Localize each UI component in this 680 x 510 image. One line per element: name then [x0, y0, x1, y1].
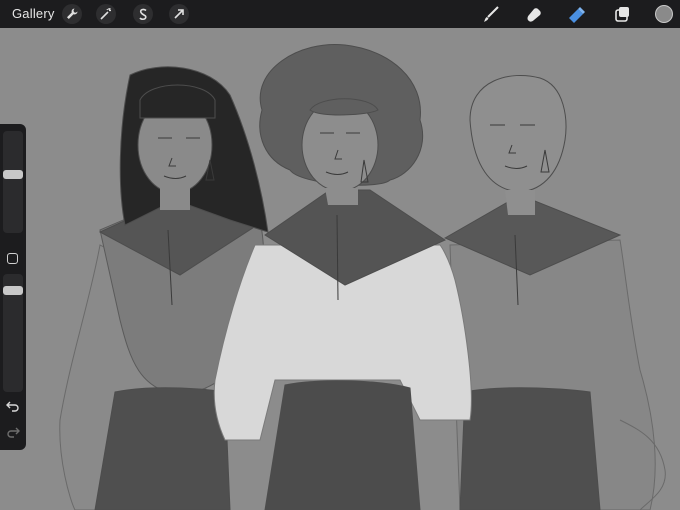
side-toolbar: [0, 124, 26, 450]
drawing-canvas[interactable]: [0, 28, 680, 510]
opacity-thumb[interactable]: [3, 286, 23, 295]
smudge-icon[interactable]: [523, 3, 545, 25]
brush-size-slider[interactable]: [3, 131, 23, 233]
eraser-icon[interactable]: [565, 3, 587, 25]
gallery-button[interactable]: Gallery: [12, 6, 55, 21]
wrench-icon[interactable]: [62, 4, 82, 24]
undo-icon[interactable]: [6, 400, 20, 412]
magic-wand-icon[interactable]: [96, 4, 116, 24]
layers-icon[interactable]: [611, 3, 633, 25]
brush-icon[interactable]: [480, 3, 502, 25]
color-swatch[interactable]: [655, 5, 673, 23]
transform-arrow-icon[interactable]: [169, 4, 189, 24]
redo-icon[interactable]: [6, 426, 20, 438]
top-toolbar: Gallery: [0, 0, 680, 28]
selection-icon[interactable]: [133, 4, 153, 24]
modify-square-icon[interactable]: [7, 253, 18, 264]
brush-size-thumb[interactable]: [3, 170, 23, 179]
